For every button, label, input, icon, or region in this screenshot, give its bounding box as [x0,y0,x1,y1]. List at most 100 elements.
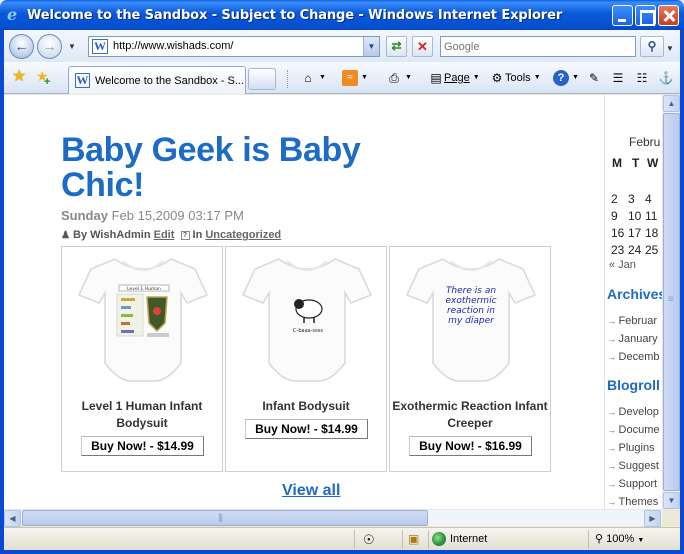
refresh-button[interactable]: ⇄ [386,36,407,57]
calendar-day: 16 [611,226,625,240]
books-icon: ☷ [636,71,648,86]
messenger-button[interactable]: ☰ [610,69,626,87]
blogroll-link[interactable]: Suggest [607,460,659,472]
home-icon: ⌂ [304,71,312,86]
page-icon: ▤ [430,71,442,86]
popup-pane[interactable]: ▣ [402,530,426,549]
maximize-button[interactable] [635,5,656,26]
scroll-up-icon[interactable]: ▲ [663,95,680,112]
view-all-link[interactable]: View all [282,482,340,500]
horizontal-scrollbar[interactable]: ◀ ▶ [4,509,662,527]
product-name[interactable]: Exothermic Reaction Infant Creeper [390,398,550,432]
horizontal-scroll-thumb[interactable] [22,510,428,526]
buy-now-button[interactable]: Buy Now! - $16.99 [409,436,532,456]
calendar-prev-link[interactable]: « Jan [609,259,636,271]
calendar-day: 24 [628,243,642,257]
help-button[interactable]: ? ▼ [553,69,579,87]
calendar-day: 9 [611,209,618,223]
recent-pages-dropdown[interactable]: ▼ [68,42,76,51]
back-button[interactable]: ← [9,34,34,59]
zone: Internet [432,532,487,546]
extra-button[interactable]: ⚓ [658,69,674,87]
minimize-button[interactable] [612,5,633,26]
zoom-icon: ⚲ [595,533,604,545]
stop-button[interactable]: ✕ [412,36,433,57]
onesie-image[interactable]: Level 1 Human [69,251,217,391]
edit-link[interactable]: Edit [154,229,175,241]
post-datetime: Feb 15,2009 03:17 PM [111,208,244,223]
window-frame-right [680,30,684,554]
buy-now-button[interactable]: Buy Now! - $14.99 [81,436,204,456]
blogroll-link[interactable]: Develop [607,406,659,418]
archive-link[interactable]: Februar [607,315,658,327]
calendar-month: Febru [629,135,661,149]
product-name[interactable]: Infant Bodysuit [226,398,386,415]
onesie-print-text: my diaper [448,316,495,326]
research-button[interactable]: ✎ [586,69,602,87]
extension-icon: ⚓ [658,71,674,86]
help-icon: ? [553,70,569,87]
onesie-print-text: Level 1 Human [127,286,161,292]
privacy-pane[interactable]: ☉ [354,530,400,549]
scroll-down-icon[interactable]: ▼ [663,492,680,509]
tools-menu-label: Tools [505,72,531,84]
search-options-dropdown[interactable]: ▼ [666,44,674,53]
calendar-day: 11 [645,209,658,223]
popup-blocker-icon: ▣ [408,532,420,546]
print-button[interactable]: ⎙ ▼ [386,69,412,87]
toolbar-separator [287,70,288,88]
search-box[interactable] [440,36,636,57]
favorites-star-icon[interactable]: ★ [12,69,26,85]
home-button[interactable]: ⌂ ▼ [300,69,326,87]
navigation-bar: ← → ▼ W http://www.wishads.com/ ▼ ⇄ ✕ ⚲ … [4,30,680,62]
bookshelf-button[interactable]: ☷ [634,69,650,87]
search-icon[interactable]: ⚲ [640,36,664,57]
address-bar[interactable]: W http://www.wishads.com/ ▼ [88,36,380,57]
archive-link[interactable]: January [607,333,658,345]
zoom-dropdown-icon[interactable]: ▼ [637,537,644,544]
tab-active[interactable]: W Welcome to the Sandbox - S... [68,66,246,94]
add-favorites-icon[interactable]: ★ + [36,68,50,88]
onesie-print-text: exothermic [445,296,496,306]
category-prefix: In [192,229,203,241]
blogroll-link[interactable]: Docume [607,424,660,436]
scroll-left-icon[interactable]: ◀ [4,510,21,527]
post-title[interactable]: Baby Geek is Baby Chic! [61,133,391,203]
calendar-day: 4 [645,192,652,206]
zone-pane[interactable]: Internet [428,530,588,549]
buy-now-button[interactable]: Buy Now! - $14.99 [245,419,368,439]
calendar-day: 17 [628,226,642,240]
tools-menu[interactable]: ⚙ Tools ▼ [489,69,541,87]
scrollbar-corner [662,509,679,526]
category-link[interactable]: Uncategorized [205,229,281,241]
calendar-weekday: W [647,156,659,170]
new-tab-button[interactable] [248,68,276,90]
post-date: Sunday Feb 15,2009 03:17 PM [61,208,244,223]
vertical-scroll-thumb[interactable] [663,113,680,491]
window-frame-bottom [0,550,684,554]
close-button[interactable] [658,5,679,26]
sidebar: Febru M T W 2 3 4 9 10 11 16 17 18 23 24… [604,95,662,509]
onesie-image[interactable]: C-baaa-ssss [233,251,381,391]
calendar-day: 23 [611,243,625,257]
printer-icon: ⎙ [389,71,399,86]
vertical-scrollbar[interactable]: ▲ ▼ [662,95,680,509]
address-dropdown-icon[interactable]: ▼ [363,37,379,56]
calendar-weekday: M [612,156,622,170]
blogroll-link[interactable]: Plugins [607,442,655,454]
zoom-pane[interactable]: ⚲ 100% ▼ [588,530,676,549]
forward-button[interactable]: → [37,34,62,59]
archive-link[interactable]: Decemb [607,351,660,363]
rss-feed-icon: ≈ [342,70,358,87]
address-url[interactable]: http://www.wishads.com/ [113,40,233,52]
archives-heading: Archives [607,286,662,302]
scroll-right-icon[interactable]: ▶ [644,510,661,527]
feeds-button[interactable]: ≈ ▼ [342,69,368,87]
onesie-image[interactable]: There is an exothermic reaction in my di… [397,251,545,391]
page-menu[interactable]: ▤ Page ▼ [428,69,479,87]
blogroll-link[interactable]: Support [607,478,658,490]
product-name[interactable]: Level 1 Human Infant Bodysuit [62,398,222,432]
search-input[interactable] [444,38,634,56]
author-icon: ♟ [61,230,70,241]
blogroll-link[interactable]: Themes [607,496,659,508]
